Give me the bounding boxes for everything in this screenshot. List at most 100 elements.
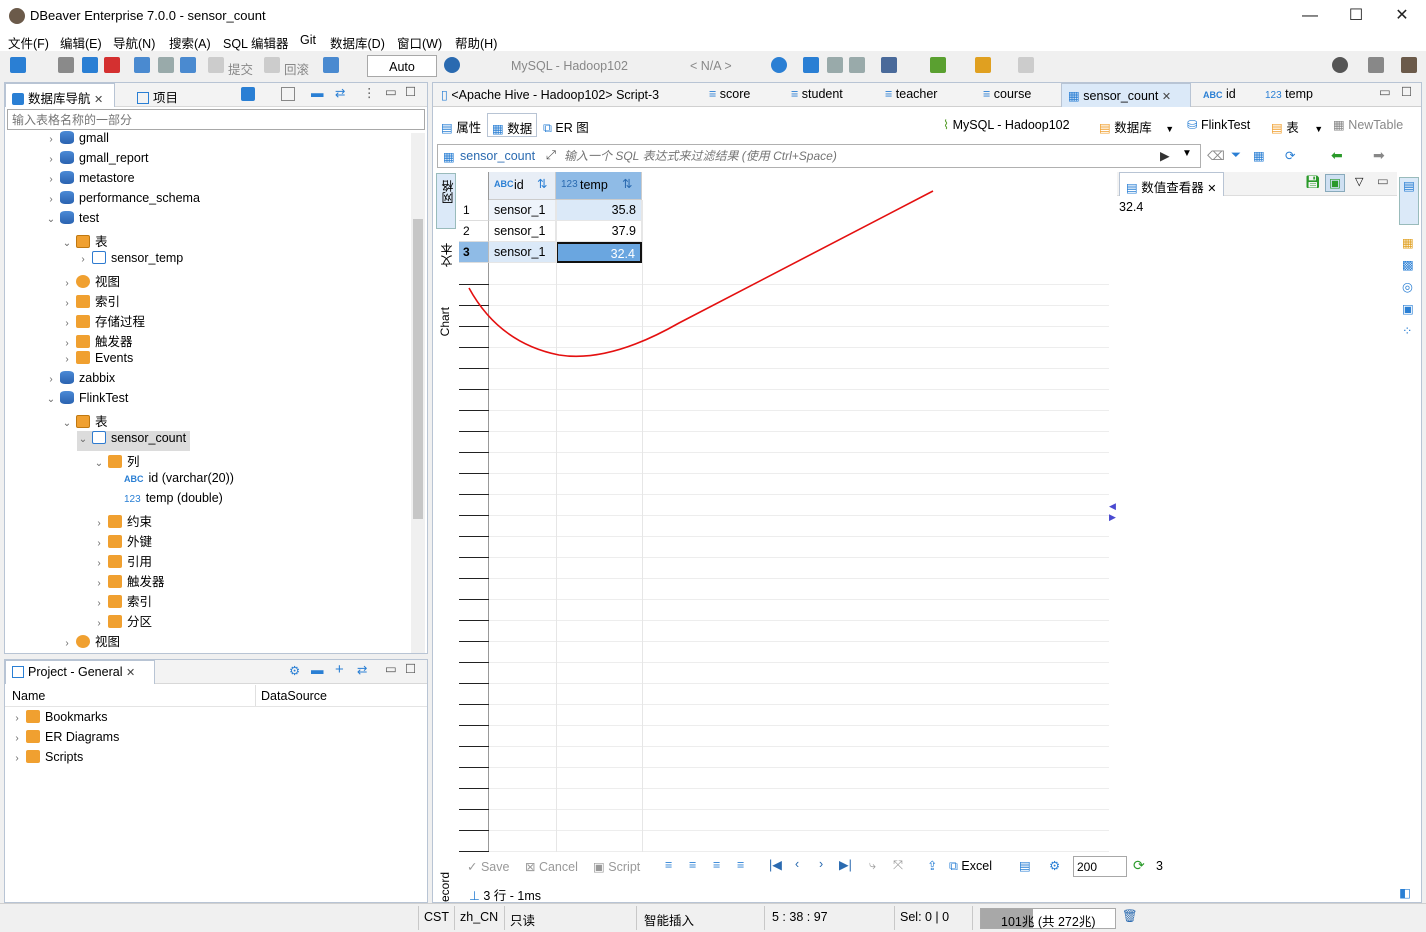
link-icon[interactable]: ⇄: [357, 662, 367, 677]
maximize-icon[interactable]: ☐: [1401, 84, 1412, 99]
auto-save-icon[interactable]: ▣: [1325, 174, 1345, 192]
excel-button[interactable]: ⧉ Excel: [949, 859, 992, 874]
datasource-selector[interactable]: MySQL - Hadoop102: [511, 59, 628, 73]
tx-mode-icon[interactable]: [323, 57, 339, 73]
close-icon[interactable]: ✕: [1207, 183, 1216, 195]
chevron-down-icon[interactable]: ▽: [1355, 175, 1363, 188]
expand-chevron-icon[interactable]: ⌄: [77, 434, 89, 445]
tree-item[interactable]: › 存储过程: [61, 311, 145, 331]
menu-sql-editor[interactable]: SQL 编辑器: [223, 33, 289, 52]
dbeaver-perspective-icon[interactable]: [1401, 57, 1417, 73]
tree-item[interactable]: › gmall_report: [45, 151, 148, 171]
tree-item[interactable]: › metastore: [45, 171, 135, 191]
side-tab-grid[interactable]: 网格: [436, 173, 456, 229]
disconnect-icon[interactable]: [104, 57, 120, 73]
scrollbar-thumb[interactable]: [413, 219, 423, 519]
navigator-filter-input[interactable]: [7, 109, 425, 130]
panel-toggle-icon[interactable]: ◧: [1399, 885, 1411, 900]
metadata-icon[interactable]: ⁘: [1402, 323, 1412, 338]
tab-score[interactable]: ≡ score: [703, 83, 756, 107]
edit-row-icon[interactable]: ≡: [665, 858, 672, 872]
value-viewer-content[interactable]: 32.4: [1119, 200, 1143, 214]
tree-item[interactable]: ABC id (varchar(20)): [109, 471, 234, 491]
tree-item[interactable]: › 引用: [93, 551, 152, 571]
expand-chevron-icon[interactable]: ⌄: [93, 458, 105, 469]
panels-icon[interactable]: ▤: [1019, 858, 1031, 873]
collapse-all-icon[interactable]: ▬: [311, 86, 324, 100]
menu-search[interactable]: 搜索(A): [169, 33, 211, 52]
delete-row-icon[interactable]: ≡: [737, 858, 744, 872]
tree-item[interactable]: › 索引: [61, 291, 120, 311]
tree-scrollbar[interactable]: [411, 133, 425, 653]
minimize-icon[interactable]: ▭: [385, 84, 397, 99]
menu-database[interactable]: 数据库(D): [330, 33, 385, 52]
expand-chevron-icon[interactable]: ⌄: [61, 238, 73, 249]
deploy-icon[interactable]: [975, 57, 991, 73]
breadcrumb-flinktest[interactable]: ⛁ FlinkTest: [1187, 117, 1250, 132]
expand-chevron-icon[interactable]: ›: [45, 194, 57, 205]
tab-sensor-count[interactable]: ▦ sensor_count ✕: [1061, 83, 1191, 107]
menu-file[interactable]: 文件(F): [8, 33, 49, 52]
script-button[interactable]: ▣ Script: [593, 859, 640, 874]
grid-icon[interactable]: ▩: [1402, 257, 1414, 272]
breadcrumb-datasource[interactable]: ⌇ MySQL - Hadoop102: [943, 117, 1070, 132]
tree-item[interactable]: ⌄ FlinkTest: [45, 391, 128, 411]
close-icon[interactable]: ✕: [126, 667, 135, 679]
tree-item[interactable]: › performance_schema: [45, 191, 200, 211]
expand-chevron-icon[interactable]: ›: [45, 174, 57, 185]
debug-icon[interactable]: [930, 57, 946, 73]
tree-item[interactable]: ⌄ 列: [93, 451, 140, 471]
commit-icon[interactable]: [208, 57, 224, 73]
expand-chevron-icon[interactable]: ›: [61, 638, 73, 649]
link-editor-icon[interactable]: [281, 87, 295, 101]
reconnect-icon[interactable]: [82, 57, 98, 73]
menu-help[interactable]: 帮助(H): [455, 33, 497, 52]
tree-item[interactable]: › sensor_temp: [77, 251, 183, 271]
project-item-scripts[interactable]: › Scripts: [11, 750, 83, 770]
cancel-button[interactable]: ⊠ Cancel: [525, 859, 578, 874]
filter-icon[interactable]: ⏷: [1231, 148, 1241, 163]
tree-item[interactable]: › 约束: [93, 511, 152, 531]
breadcrumb-newtable[interactable]: ▦ NewTable: [1333, 117, 1403, 132]
refresh-icon[interactable]: ⟳: [1133, 857, 1145, 874]
maximize-icon[interactable]: ☐: [405, 84, 416, 99]
expand-chevron-icon[interactable]: ⌄: [45, 214, 57, 225]
tab-temp[interactable]: 123 temp: [1259, 83, 1319, 107]
close-button[interactable]: ✕: [1392, 6, 1412, 26]
collapse-icon[interactable]: ▬: [311, 663, 324, 677]
expand-chevron-icon[interactable]: ›: [93, 578, 105, 589]
tx-log-icon[interactable]: [158, 57, 174, 73]
expand-chevron-icon[interactable]: ›: [93, 558, 105, 569]
side-tab-text[interactable]: 文本: [436, 239, 456, 289]
cloud-icon[interactable]: [803, 57, 819, 73]
rollback-icon[interactable]: [264, 57, 280, 73]
expand-chevron-icon[interactable]: ›: [45, 134, 57, 145]
tree-item[interactable]: › 分区: [93, 611, 152, 631]
expand-chevron-icon[interactable]: ⌄: [45, 394, 57, 405]
tab-course[interactable]: ≡ course: [977, 83, 1037, 107]
expand-chevron-icon[interactable]: ›: [93, 518, 105, 529]
close-icon[interactable]: ✕: [94, 94, 103, 106]
filter-history-icon[interactable]: ▼: [1182, 148, 1192, 159]
tree-item[interactable]: ⌄ 表: [61, 411, 108, 431]
back-icon[interactable]: ⬅: [1331, 147, 1343, 164]
link-icon[interactable]: ⇄: [335, 85, 345, 100]
dashboard-icon[interactable]: [771, 57, 787, 73]
expand-chevron-icon[interactable]: ›: [45, 154, 57, 165]
menu-navigate[interactable]: 导航(N): [113, 33, 155, 52]
tx-mode-select[interactable]: Auto: [367, 55, 437, 77]
last-page-icon[interactable]: ▶|: [839, 857, 852, 872]
expand-chevron-icon[interactable]: ›: [61, 298, 73, 309]
chevron-down-icon[interactable]: ▼: [1314, 124, 1323, 134]
side-tab-chart[interactable]: Chart: [436, 303, 456, 353]
settings-icon[interactable]: ⚙: [1049, 858, 1060, 873]
first-page-icon[interactable]: |◀: [769, 857, 782, 872]
splitter-arrows[interactable]: ◀ ▶: [1109, 501, 1117, 529]
tree-item[interactable]: › 触发器: [93, 571, 165, 591]
compare-icon[interactable]: [881, 57, 897, 73]
minimize-button[interactable]: —: [1300, 6, 1320, 26]
expand-chevron-icon[interactable]: ›: [61, 318, 73, 329]
settings-icon[interactable]: ⚙: [289, 663, 300, 678]
tab-properties[interactable]: ▤ 属性: [437, 113, 485, 137]
expand-chevron-icon[interactable]: ›: [77, 254, 89, 265]
